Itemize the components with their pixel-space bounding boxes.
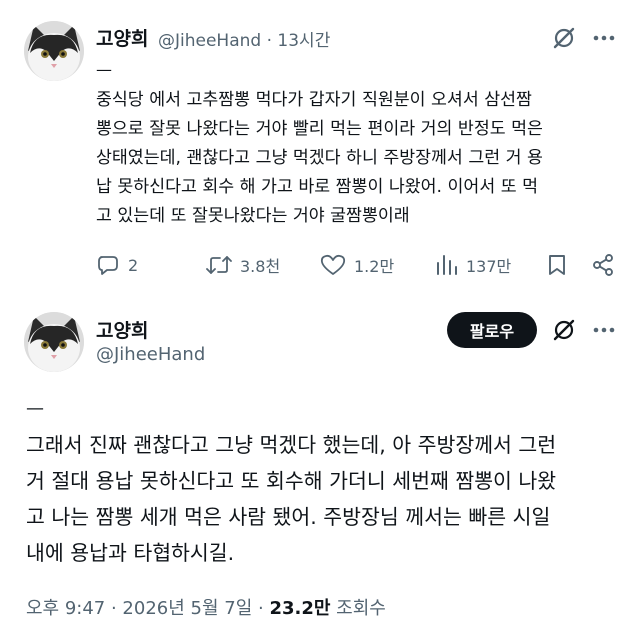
- tweet-text-line: 고 있는데 또 잘못나왔다는 거야 굴짬뽕이래: [96, 206, 410, 226]
- reply-count: 2: [128, 255, 139, 275]
- author-handle[interactable]: @JiheeHand: [158, 31, 261, 51]
- like-icon: [320, 254, 346, 275]
- tweet-text-line: 납 못하신다고 회수 해 가고 바로 짬뽕이 나왔어. 이어서 또 먹: [96, 177, 538, 197]
- tweet-text-line: 거 절대 용납 못하신다고 또 회수해 가더니 세번째 짬뽕이 나왔: [26, 469, 557, 493]
- retweet-icon: [206, 256, 232, 274]
- views-label: 조회수: [336, 598, 386, 619]
- reply-button[interactable]: 2: [96, 250, 138, 280]
- dash-line: —: [26, 398, 44, 419]
- more-button[interactable]: [590, 24, 618, 52]
- grok-button[interactable]: [550, 24, 578, 52]
- reply-icon: [98, 256, 118, 275]
- views-icon: [437, 255, 457, 275]
- more-button[interactable]: [590, 316, 618, 344]
- tweet-text-line: 상태였는데, 괜찮다고 그냥 먹겠다 하니 주방장께서 그런 거 용: [96, 148, 543, 168]
- like-button[interactable]: 1.2만: [320, 250, 394, 280]
- bookmark-icon: [549, 255, 565, 275]
- views-count: 23.2만: [269, 598, 331, 619]
- author-name[interactable]: 고양희: [96, 24, 148, 51]
- views-button[interactable]: 137만: [434, 250, 511, 280]
- share-icon: [593, 254, 613, 276]
- tweet-text-line: 내에 용납과 타협하시길.: [26, 541, 235, 565]
- tweet-text: 중식당 에서 고추짬뽕 먹다가 갑자기 직원분이 오셔서 삼선짬 뽕으로 잘못 …: [96, 86, 626, 231]
- like-count: 1.2만: [354, 257, 395, 276]
- grok-icon: [553, 319, 575, 341]
- tweet-meta: @JiheeHand · 13시간: [158, 26, 330, 51]
- avatar[interactable]: [24, 21, 84, 81]
- tweet-time[interactable]: 13시간: [277, 31, 330, 51]
- tweet-text-line: 고 나는 짬뽕 세개 먹은 사람 됐어. 주방장님 께서는 빠른 시일: [26, 505, 551, 529]
- tweet-text: 그래서 진짜 괜찮다고 그냥 먹겠다 했는데, 아 주방장께서 그런 거 절대 …: [26, 427, 626, 571]
- dash-line: —: [96, 60, 112, 79]
- action-bar: 2 3.8천 1.2만 137만: [96, 250, 626, 280]
- author-handle[interactable]: @JiheeHand: [96, 344, 205, 365]
- author-name[interactable]: 고양희: [96, 316, 148, 343]
- views-count: 137만: [466, 257, 512, 276]
- grok-button[interactable]: [550, 316, 578, 344]
- meta-separator: ·: [266, 31, 273, 51]
- more-icon: [593, 35, 615, 41]
- tweet-text-line: 그래서 진짜 괜찮다고 그냥 먹겠다 했는데, 아 주방장께서 그런: [26, 433, 557, 457]
- avatar[interactable]: [24, 312, 84, 372]
- bookmark-button[interactable]: [546, 250, 568, 280]
- grok-icon: [553, 27, 575, 49]
- retweet-button[interactable]: 3.8천: [206, 250, 280, 280]
- retweet-count: 3.8천: [240, 257, 281, 276]
- tweet-footer: 오후 9:47 · 2026년 5월 7일 · 23.2만 조회수: [26, 594, 386, 620]
- share-button[interactable]: [591, 250, 615, 280]
- tweet-text-line: 뽕으로 잘못 나왔다는 거야 빨리 먹는 편이라 거의 반정도 먹은: [96, 119, 543, 139]
- more-icon: [593, 327, 615, 333]
- tweet-text-line: 중식당 에서 고추짬뽕 먹다가 갑자기 직원분이 오셔서 삼선짬: [96, 90, 532, 110]
- follow-button[interactable]: 팔로우: [447, 312, 537, 348]
- tweet-timestamp[interactable]: 오후 9:47 · 2026년 5월 7일 ·: [26, 598, 264, 619]
